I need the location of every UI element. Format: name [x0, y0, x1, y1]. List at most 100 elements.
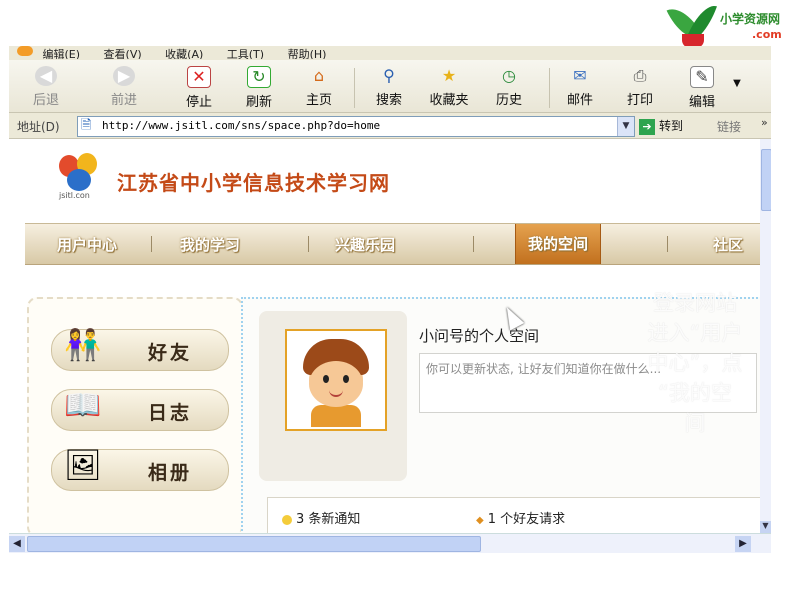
nav-community[interactable]: 社区	[713, 234, 743, 255]
sidebar-item-album[interactable]: 🖼 相册	[51, 448, 229, 491]
menu-view[interactable]: 查看(V)	[104, 48, 142, 59]
address-label: 地址(D)	[17, 120, 60, 134]
stop-icon: ✕	[187, 66, 211, 88]
print-label: 打印	[626, 93, 653, 108]
avatar-eye	[323, 375, 329, 383]
avatar-shirt	[311, 405, 361, 427]
go-button[interactable]: ➔ 转到	[639, 117, 683, 135]
edit-button[interactable]: ✎ 编辑	[677, 66, 727, 110]
links-chevron-icon[interactable]: »	[761, 116, 768, 129]
toolbar-separator	[549, 68, 550, 108]
home-icon: ⌂	[313, 66, 325, 85]
mail-icon: ✉	[573, 66, 587, 85]
menu-edit[interactable]: 编辑(E)	[43, 48, 81, 59]
corner-logo-domain: .com	[752, 28, 782, 41]
edit-icon: ✎	[690, 66, 714, 88]
sidebar-item-label: 相册	[148, 462, 193, 484]
history-icon: ◷	[502, 66, 516, 85]
address-dropdown-button[interactable]: ▼	[617, 117, 634, 136]
nav-separator	[473, 236, 474, 252]
stop-label: 停止	[185, 95, 212, 110]
site-nav: 用户中心 我的学习 兴趣乐园 我的空间 社区	[25, 223, 760, 265]
edit-label: 编辑	[688, 95, 715, 110]
friends-icon: 👫	[64, 328, 102, 363]
address-url: http://www.jsitl.com/sns/space.php?do=ho…	[102, 119, 381, 132]
avatar-face	[309, 361, 363, 407]
site-title: 江苏省中小学信息技术学习网	[117, 171, 390, 195]
mail-label: 邮件	[566, 93, 593, 108]
book-icon: 📖	[64, 388, 102, 423]
site-logo-text: jsitl.con	[59, 191, 90, 200]
new-notifications-link[interactable]: 3 条新通知	[282, 508, 360, 527]
forward-button[interactable]: ▶ 前进	[99, 66, 149, 110]
site-logo[interactable]: jsitl.con	[55, 153, 111, 205]
page-icon: 🗎	[81, 118, 92, 133]
space-sidebar: 👫 好友 📖 日志 🖼 相册	[27, 297, 243, 533]
back-button[interactable]: ◀ 后退	[21, 66, 71, 110]
sidebar-item-label: 好友	[148, 342, 193, 364]
vertical-scroll-thumb[interactable]	[761, 149, 771, 211]
nav-separator	[667, 236, 668, 252]
go-label: 转到	[659, 119, 684, 133]
toolbar-separator	[354, 68, 355, 108]
nav-separator	[151, 236, 152, 252]
overlay-line: 登录网站	[653, 291, 737, 315]
menu-bar: 编辑(E) 查看(V) 收藏(A) 工具(T) 帮助(H)	[9, 46, 771, 59]
photo-album-icon: 🖼	[63, 448, 103, 483]
avatar-eye	[343, 375, 349, 383]
horizontal-scroll-thumb[interactable]	[27, 536, 481, 552]
back-arrow-icon: ◀	[35, 66, 57, 86]
history-button[interactable]: ◷ 历史	[484, 66, 534, 110]
go-arrow-icon: ➔	[639, 118, 655, 135]
address-input[interactable]: 🗎 http://www.jsitl.com/sns/space.php?do=…	[77, 116, 635, 137]
search-icon: ⚲	[383, 66, 395, 85]
sidebar-item-label: 日志	[148, 402, 193, 424]
scroll-left-button[interactable]: ◀	[9, 536, 25, 552]
star-icon: ★	[441, 66, 457, 85]
links-toolbar-label[interactable]: 链接	[717, 118, 741, 135]
refresh-label: 刷新	[245, 95, 272, 110]
stop-button[interactable]: ✕ 停止	[174, 66, 224, 110]
refresh-button[interactable]: ↻ 刷新	[234, 66, 284, 110]
notification-bar: 3 条新通知 ◆ 1 个好友请求	[267, 497, 760, 533]
notice-text: 1 个好友请求	[487, 512, 566, 527]
overlay-line: 进入“用户	[647, 321, 743, 345]
home-button[interactable]: ⌂ 主页	[294, 66, 344, 110]
corner-logo-text: 小学资源网	[720, 12, 781, 26]
scroll-right-button[interactable]: ▶	[735, 536, 751, 552]
sidebar-item-blog[interactable]: 📖 日志	[51, 388, 229, 431]
search-button[interactable]: ⚲ 搜索	[364, 66, 414, 110]
search-label: 搜索	[375, 93, 402, 108]
refresh-icon: ↻	[247, 66, 271, 88]
history-label: 历史	[495, 93, 522, 108]
menu-tools[interactable]: 工具(T)	[227, 48, 264, 59]
friend-request-link[interactable]: ◆ 1 个好友请求	[476, 508, 565, 527]
menu-favorites[interactable]: 收藏(A)	[165, 48, 203, 59]
sidebar-item-friends[interactable]: 👫 好友	[51, 328, 229, 371]
mail-button[interactable]: ✉ 邮件	[555, 66, 605, 110]
menu-help[interactable]: 帮助(H)	[288, 48, 327, 59]
nav-interest-park[interactable]: 兴趣乐园	[335, 234, 395, 255]
scroll-down-button[interactable]: ▼	[760, 521, 771, 533]
avatar[interactable]	[285, 329, 387, 431]
nav-my-learning[interactable]: 我的学习	[180, 234, 240, 255]
nav-separator	[308, 236, 309, 252]
favorites-button[interactable]: ★ 收藏夹	[424, 66, 474, 110]
nav-user-center[interactable]: 用户中心	[57, 234, 117, 255]
ie-logo-icon	[17, 46, 33, 56]
home-label: 主页	[305, 93, 332, 108]
notice-text: 3 条新通知	[296, 512, 361, 527]
print-button[interactable]: ⎙ 打印	[615, 66, 665, 110]
back-label: 后退	[32, 93, 59, 108]
overlay-line: 中心”，点	[647, 351, 743, 375]
profile-card	[259, 311, 407, 481]
friend-request-icon: ◆	[476, 515, 484, 526]
nav-my-space[interactable]: 我的空间	[515, 224, 602, 264]
overlay-line: 间	[684, 411, 706, 435]
overlay-line: “我的空	[658, 381, 732, 405]
horizontal-scrollbar[interactable]: ◀ ▶	[9, 533, 771, 553]
forward-arrow-icon: ▶	[113, 66, 135, 86]
tutorial-overlay-text: 登录网站 进入“用户 中心”，点 “我的空 间	[628, 288, 762, 438]
address-bar: 地址(D) 🗎 http://www.jsitl.com/sns/space.p…	[9, 114, 771, 139]
toolbar: ◀ 后退 ▶ 前进 ✕ 停止 ↻ 刷新 ⌂ 主页 ⚲ 搜索 ★ 收藏夹 ◷ 历史…	[9, 60, 771, 113]
